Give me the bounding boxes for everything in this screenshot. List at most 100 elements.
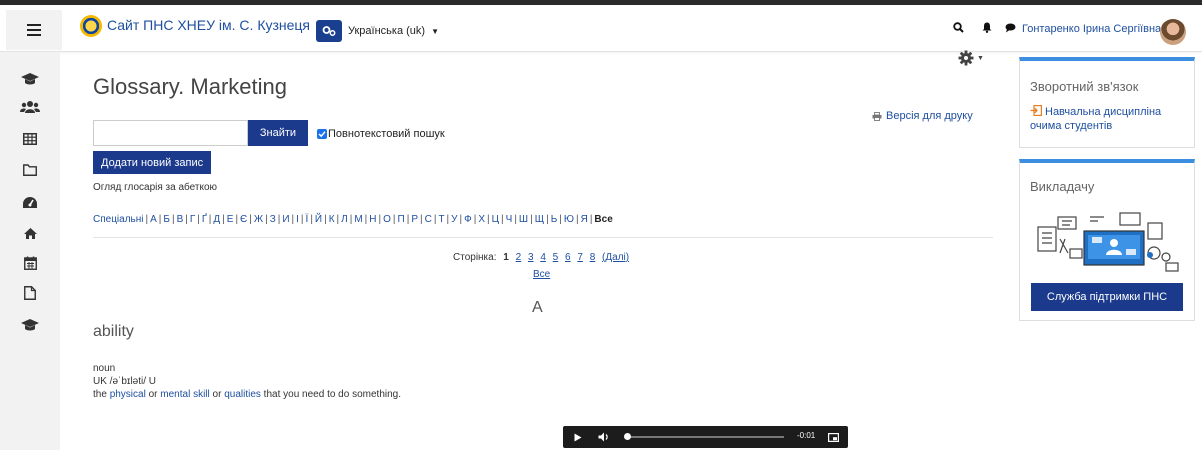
alphabet-link[interactable]: Т <box>438 214 444 225</box>
separator: | <box>324 214 327 225</box>
page-link[interactable]: 2 <box>516 252 522 263</box>
alphabet-link[interactable]: Г <box>190 214 195 225</box>
sidebar-item-grades[interactable] <box>20 130 40 148</box>
separator: | <box>378 214 382 225</box>
definition-link[interactable]: physical <box>110 389 146 400</box>
separator: | <box>419 214 423 225</box>
alphabet-link[interactable]: Й <box>315 214 322 225</box>
page-link[interactable]: 4 <box>540 252 546 263</box>
alphabet-link[interactable]: Спеціальні <box>93 214 144 225</box>
page-link[interactable]: 5 <box>553 252 559 263</box>
time-remaining: -0:01 <box>797 431 816 440</box>
alphabet-link[interactable]: Щ <box>535 214 544 225</box>
separator: | <box>559 214 562 225</box>
alphabet-link[interactable]: М <box>354 214 362 225</box>
alphabet-link[interactable]: І <box>296 214 299 225</box>
page-link[interactable]: 7 <box>577 252 583 263</box>
separator: | <box>514 214 517 225</box>
navbar: Сайт ПНС ХНЕУ ім. С. Кузнеця Українська … <box>0 5 1202 52</box>
alphabet-link[interactable]: У <box>451 214 457 225</box>
alphabet-link[interactable]: З <box>270 214 276 225</box>
alphabet-link[interactable]: Ц <box>492 214 499 225</box>
sidebar-item-calendar[interactable] <box>20 254 40 272</box>
separator: | <box>446 214 450 225</box>
alphabet-link[interactable]: Є <box>240 214 247 225</box>
paging-label: Сторінка: <box>453 252 497 263</box>
alphabet-link[interactable]: Ь <box>551 214 558 225</box>
language-menu-button[interactable] <box>316 20 342 42</box>
picture-in-picture-button[interactable] <box>826 429 840 445</box>
main-content: ▼ Glossary. Marketing Версія для друку З… <box>60 50 1002 450</box>
definition-link[interactable]: mental skill <box>160 389 209 400</box>
alphabet-link[interactable]: Ї <box>306 214 309 225</box>
separator: | <box>487 214 490 225</box>
seek-track[interactable] <box>627 436 784 438</box>
search-button[interactable] <box>953 22 964 36</box>
menu-toggle-button[interactable] <box>6 10 62 50</box>
alphabet-link[interactable]: А <box>150 214 157 225</box>
feedback-link[interactable]: Навчальна дисципліна очима студентів <box>1030 105 1185 133</box>
search-input[interactable] <box>93 120 248 146</box>
alphabet-link[interactable]: Ж <box>254 214 263 225</box>
alphabet-link[interactable]: К <box>329 214 335 225</box>
alphabet-link[interactable]: С <box>425 214 432 225</box>
alphabet-link[interactable]: П <box>398 214 405 225</box>
separator: | <box>530 214 533 225</box>
divider <box>93 237 993 238</box>
fulltext-search-toggle[interactable]: Повнотекстовий пошук <box>317 128 445 140</box>
definition-text: or <box>145 389 161 400</box>
alphabet-link[interactable]: Ф <box>464 214 472 225</box>
user-menu[interactable]: Гонтаренко Ірина Сергіївна <box>1022 23 1161 35</box>
separator: | <box>364 214 368 225</box>
page-link[interactable]: 6 <box>565 252 571 263</box>
alphabet-link[interactable]: О <box>383 214 391 225</box>
alphabet-link[interactable]: Ю <box>564 214 574 225</box>
add-entry-button[interactable]: Додати новий запис <box>93 151 212 174</box>
separator: | <box>349 214 353 225</box>
seek-handle[interactable] <box>624 433 631 440</box>
avatar[interactable] <box>1160 19 1186 45</box>
separator: | <box>208 214 212 225</box>
page-all-link[interactable]: Все <box>533 269 550 280</box>
language-selector[interactable]: Українська (uk) ▼ <box>348 25 439 37</box>
alphabet-link[interactable]: Х <box>478 214 485 225</box>
notifications-button[interactable] <box>982 22 992 36</box>
sidebar-item-home[interactable] <box>20 224 40 242</box>
alphabet-link[interactable]: И <box>282 214 289 225</box>
alphabet-link[interactable]: Б <box>163 214 170 225</box>
alphabet-link[interactable]: Ч <box>506 214 513 225</box>
site-logo[interactable] <box>80 15 102 37</box>
play-button[interactable] <box>571 429 585 445</box>
sidebar-item-dashboard[interactable] <box>20 194 40 212</box>
alphabet-link[interactable]: Р <box>411 214 418 225</box>
separator: | <box>249 214 252 225</box>
volume-button[interactable] <box>596 429 612 445</box>
separator: | <box>300 214 304 225</box>
search-submit-button[interactable]: Знайти <box>248 120 308 146</box>
page-link[interactable]: 3 <box>528 252 534 263</box>
page-link[interactable]: 8 <box>590 252 596 263</box>
messages-button[interactable] <box>1005 22 1016 36</box>
print-version-link[interactable]: Версія для друку <box>872 110 973 122</box>
support-service-button[interactable]: Служба підтримки ПНС <box>1031 283 1183 311</box>
settings-menu-button[interactable]: ▼ <box>958 50 984 66</box>
sidebar-item-files[interactable] <box>20 161 40 179</box>
sidebar-item-my-courses[interactable] <box>20 316 40 334</box>
alphabet-link[interactable]: Л <box>341 214 348 225</box>
gear-icon <box>958 50 974 66</box>
sidebar-item-private-files[interactable] <box>20 284 40 302</box>
alphabet-link[interactable]: Д <box>213 214 220 225</box>
sidebar-item-courses[interactable] <box>20 70 40 88</box>
definition-link[interactable]: qualities <box>224 389 261 400</box>
site-name-link[interactable]: Сайт ПНС ХНЕУ ім. С. Кузнеця <box>107 17 310 33</box>
fulltext-checkbox[interactable] <box>317 129 327 139</box>
separator: | <box>336 214 340 225</box>
alphabet-link[interactable]: Ґ <box>202 214 207 225</box>
alphabet-link[interactable]: Я <box>581 214 588 225</box>
alphabet-link[interactable]: В <box>177 214 184 225</box>
sidebar-item-participants[interactable] <box>20 98 40 116</box>
page-next-link[interactable]: (Далі) <box>602 252 629 263</box>
alphabet-link[interactable]: Н <box>369 214 376 225</box>
alphabet-link[interactable]: Е <box>227 214 234 225</box>
alphabet-link[interactable]: Ш <box>519 214 528 225</box>
